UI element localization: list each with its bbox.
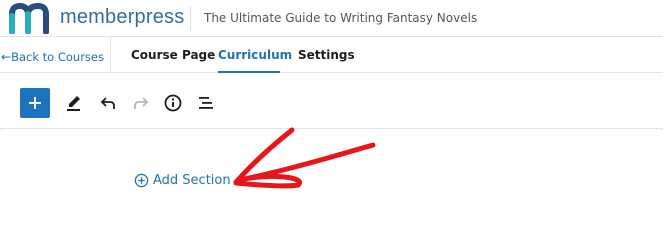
tab-course-page[interactable]: Course Page xyxy=(131,48,215,62)
back-to-courses-label: Back to Courses xyxy=(11,50,104,64)
back-to-courses-link[interactable]: ←Back to Courses xyxy=(1,50,104,64)
course-nav: ←Back to Courses Course Page Curriculum … xyxy=(0,37,663,73)
brand-name: memberpress xyxy=(60,6,185,28)
list-view-icon xyxy=(199,97,213,109)
undo-icon xyxy=(100,97,115,109)
block-toolbar xyxy=(0,73,663,129)
course-title: The Ultimate Guide to Writing Fantasy No… xyxy=(204,11,478,25)
info-icon xyxy=(164,94,182,112)
redo-button[interactable] xyxy=(129,91,153,115)
edit-tool-button[interactable] xyxy=(62,91,86,115)
add-block-button[interactable] xyxy=(20,88,50,118)
back-arrow-icon: ← xyxy=(1,50,12,64)
annotation-arrow-icon xyxy=(233,127,376,189)
undo-button[interactable] xyxy=(96,91,120,115)
header-divider xyxy=(190,6,191,30)
plus-circle-icon xyxy=(134,173,149,188)
memberpress-logo-icon xyxy=(8,2,56,35)
pencil-icon xyxy=(67,96,80,111)
nav-divider xyxy=(110,37,111,73)
plus-icon xyxy=(29,97,41,109)
info-button[interactable] xyxy=(161,91,185,115)
redo-icon xyxy=(134,97,149,109)
top-header: memberpress The Ultimate Guide to Writin… xyxy=(0,0,663,37)
add-section-label: Add Section xyxy=(153,173,231,188)
tab-curriculum[interactable]: Curriculum xyxy=(218,48,292,62)
tab-settings[interactable]: Settings xyxy=(298,48,355,62)
list-view-button[interactable] xyxy=(194,91,218,115)
